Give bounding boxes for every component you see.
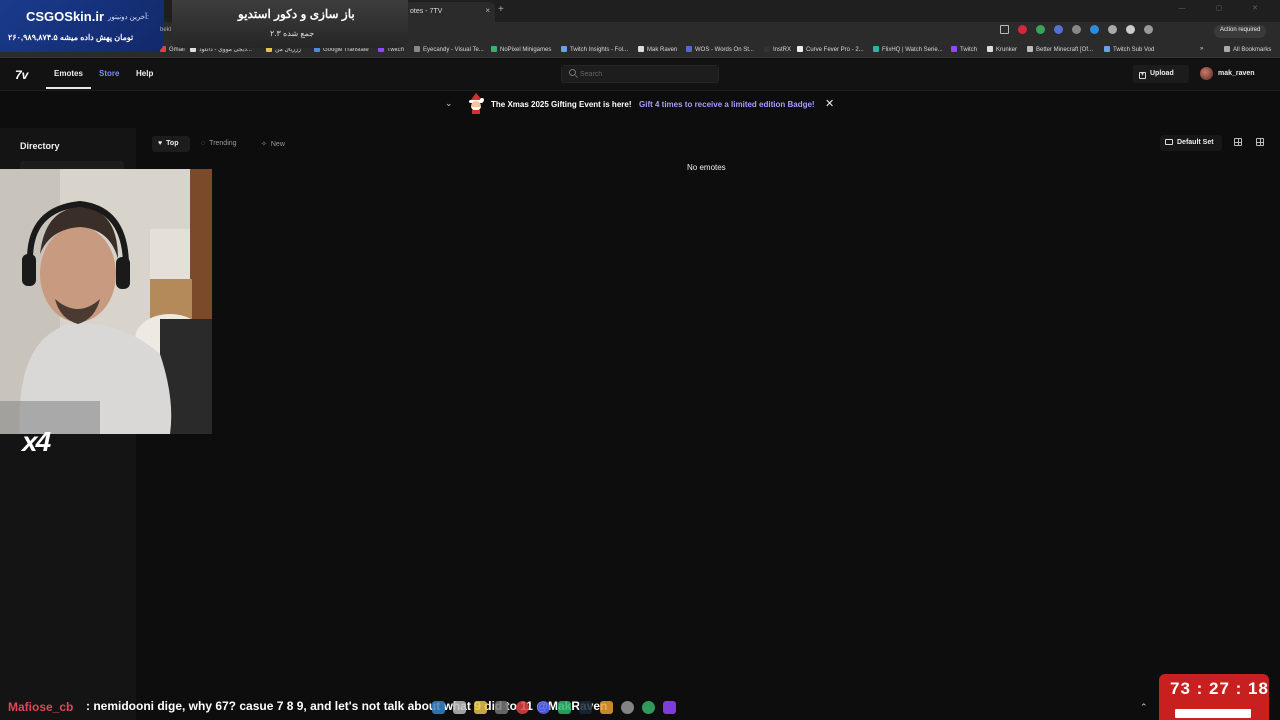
taskbar-app-icon[interactable] — [453, 701, 466, 714]
extension-icon[interactable] — [1054, 25, 1063, 34]
chevron-down-icon[interactable]: ⌄ — [445, 98, 453, 109]
bookmark-item[interactable]: InstRX — [764, 46, 791, 53]
multiplier-badge: x4 — [22, 426, 51, 457]
bookmark-item[interactable]: Twitch Insights - Fol... — [561, 46, 628, 53]
taskbar-app-icon[interactable] — [663, 701, 676, 714]
taskbar-app-icon[interactable] — [495, 701, 508, 714]
taskbar[interactable] — [432, 701, 676, 714]
taskbar-app-icon[interactable] — [600, 701, 613, 714]
7tv-logo[interactable]: 7v — [15, 68, 28, 82]
nav-active-indicator — [46, 87, 91, 89]
taskbar-app-icon[interactable] — [558, 701, 571, 714]
search-input[interactable] — [580, 67, 710, 81]
bookmark-item[interactable]: FlixHQ | Watch Serie... — [873, 46, 943, 53]
close-icon[interactable]: ✕ — [825, 97, 834, 110]
discord-icon[interactable] — [537, 701, 550, 714]
donation-label: آخرین دونیتور: — [108, 14, 149, 21]
steam-icon[interactable] — [579, 701, 592, 714]
browser-tab[interactable]: otes - 7TV × — [405, 2, 495, 22]
bookmark-item[interactable]: Curve Fever Pro - 2... — [797, 46, 864, 53]
bookmark-item[interactable]: Twitch — [951, 46, 977, 53]
chrome-icon[interactable] — [516, 701, 529, 714]
upload-button[interactable]: + Upload — [1133, 65, 1189, 83]
taskbar-app-icon[interactable] — [474, 701, 487, 714]
extension-icon[interactable] — [1072, 25, 1081, 34]
donation-brand: CSGOSkin.ir — [26, 9, 105, 24]
bookmark-item[interactable]: Krunker — [987, 46, 1017, 53]
timer-value: 73 : 27 : 18 — [1170, 679, 1269, 698]
chevron-up-icon[interactable]: ⌃ — [1140, 702, 1148, 713]
bookmark-item[interactable]: Mak Raven — [638, 46, 677, 53]
sparkle-icon: ✧ — [261, 141, 267, 148]
extension-icon[interactable] — [1036, 25, 1045, 34]
tab-new-label: New — [270, 141, 285, 148]
large-grid-view-icon[interactable] — [1256, 138, 1264, 146]
taskbar-app-icon[interactable] — [621, 701, 634, 714]
upload-label: Upload — [1150, 70, 1174, 77]
webcam-feed — [0, 169, 212, 434]
bookmark-item[interactable]: WOS - Words On St... — [686, 46, 754, 53]
folder-icon — [1165, 139, 1173, 145]
tab-top-label: Top — [166, 140, 179, 147]
extension-icon[interactable] — [1018, 25, 1027, 34]
tab-trending[interactable]: ◌ Trending — [195, 136, 249, 152]
action-required-button[interactable]: Action required — [1214, 25, 1267, 38]
username[interactable]: mak_raven — [1218, 70, 1255, 77]
extension-icon[interactable] — [1090, 25, 1099, 34]
bookmark-item[interactable]: Twitch Sub Vod — [1104, 46, 1154, 53]
extension-icon[interactable] — [1126, 25, 1135, 34]
extension-toolbar[interactable] — [1000, 25, 1153, 34]
sidebar-title: Directory — [20, 141, 60, 151]
grid-view-icon[interactable] — [1234, 138, 1242, 146]
empty-state-text: No emotes — [687, 163, 726, 172]
tab-title: otes - 7TV — [410, 8, 443, 15]
nav-emotes[interactable]: Emotes — [54, 69, 83, 78]
trophy-icon: ♥ — [158, 140, 163, 147]
window-controls[interactable]: — ▢ ✕ — [1179, 4, 1272, 12]
bookmark-item[interactable]: Eyecandy - Visual Te... — [414, 46, 484, 53]
taskbar-app-icon[interactable] — [432, 701, 445, 714]
default-set-label: Default Set — [1177, 139, 1214, 146]
avatar[interactable] — [1200, 67, 1213, 80]
nav-help[interactable]: Help — [136, 69, 153, 78]
default-set-button[interactable]: Default Set — [1160, 135, 1222, 151]
goal-progress-text: ۲.۳ جمع شده — [270, 29, 315, 38]
event-banner-link[interactable]: Gift 4 times to receive a limited editio… — [639, 100, 815, 109]
donation-amount: ۲۶۰,۹۸۹,۸۷۴.۵ تومان پهش داده میشه — [8, 33, 134, 42]
santa-icon — [469, 93, 484, 114]
all-bookmarks[interactable]: All Bookmarks — [1224, 46, 1271, 53]
bookmark-item[interactable]: NoPixel Minigames — [491, 46, 551, 53]
taskbar-app-icon[interactable] — [642, 701, 655, 714]
upload-icon: + — [1139, 72, 1146, 79]
tab-trending-label: Trending — [209, 140, 237, 147]
bookmarks-overflow-icon[interactable]: » — [1200, 46, 1203, 52]
goal-left-text: bekI — [160, 27, 172, 33]
goal-title: باز سازی و دکور استدیو — [238, 7, 355, 21]
donation-panel — [0, 0, 164, 52]
star-icon[interactable] — [1000, 25, 1009, 34]
ticker-username: Mafiose_cb — [8, 700, 74, 714]
timer-bar — [1175, 709, 1251, 718]
event-banner-text: The Xmas 2025 Gifting Event is here! — [491, 100, 632, 109]
nav-store[interactable]: Store — [99, 69, 119, 78]
extension-icon[interactable] — [1108, 25, 1117, 34]
new-tab-button[interactable]: + — [498, 4, 504, 15]
tab-close-icon[interactable]: × — [485, 6, 490, 15]
tab-new[interactable]: ✧ New — [255, 136, 295, 152]
trending-icon: ◌ — [201, 140, 206, 147]
bookmark-item[interactable]: Better Minecraft [Of... — [1027, 46, 1093, 53]
puzzle-icon[interactable] — [1144, 25, 1153, 34]
tab-top[interactable]: ♥ Top — [152, 136, 190, 152]
search-icon — [569, 69, 576, 76]
